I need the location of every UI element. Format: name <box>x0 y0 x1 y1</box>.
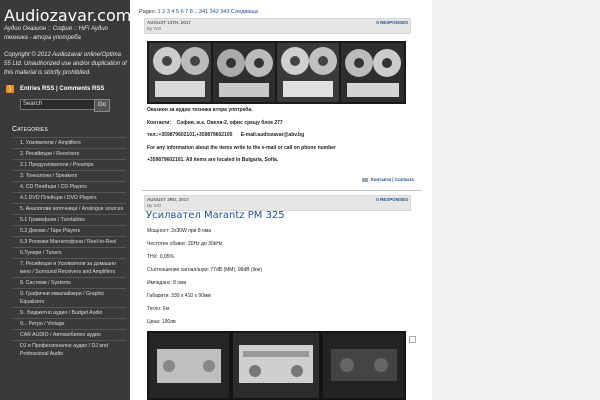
spec-line: Съотношение сигнал/шум: 77dB (MM), 98dB … <box>147 267 263 273</box>
category-item[interactable]: DJ и Професионално аудио / DJ and Profes… <box>12 340 126 359</box>
post-info: For any information about the items writ… <box>147 145 336 151</box>
category-label: 5.3 Ролкови Магнетофони / Reel-to-Reel <box>20 239 117 245</box>
pagination: Pages: 1 2 3 4 5 6 7 8 ...341 342 343 Сл… <box>139 9 258 15</box>
category-label: 1. Усилватели / Amplifiers <box>20 140 81 146</box>
spec-line: Мощност: 2x30W при 8 ома <box>147 228 212 234</box>
category-item[interactable]: 5.1 Грамофони / Turntables <box>12 214 126 225</box>
category-item[interactable]: 9... Ретро / Vintage <box>12 318 126 329</box>
category-item[interactable]: 6.Тунери / Tuners <box>12 247 126 258</box>
search-go-button[interactable]: Go <box>94 99 110 112</box>
comments-rss-link[interactable]: Comments RSS <box>59 86 104 92</box>
spec-line: Тегло: 6кг <box>147 306 170 312</box>
amplifier-photo[interactable] <box>147 331 406 400</box>
post-phones: тел.:+359879602101,+359879602100 E-mail:… <box>147 132 305 138</box>
category-item[interactable]: 1. Усилватели / Amplifiers <box>12 137 126 148</box>
category-label: 2. Ресийвъри / Receivers <box>20 151 80 157</box>
spec-line: Честотен обхват: 20Hz до 30kHz <box>147 241 223 247</box>
site-title[interactable]: Audiozavar.com <box>4 6 130 25</box>
rss-icon: ) <box>6 85 14 93</box>
reel-to-reel-photo[interactable] <box>147 41 406 104</box>
rss-links: ) Entries RSS | Comments RSS <box>6 85 104 93</box>
contacts-link[interactable]: Контакти | Contacts <box>371 177 414 182</box>
category-label: DJ и Професионално аудио / DJ and Profes… <box>20 343 108 357</box>
spec-line: THX: 0.05% <box>147 254 174 260</box>
comment-icon <box>361 177 368 182</box>
post-location: +359879602101. All items are located in … <box>147 157 279 163</box>
copyright-notice: Copyright © 2012 Audiozavar online/Optim… <box>4 52 127 76</box>
spec-line: Цена: 190лв <box>147 319 176 325</box>
category-label: 4.1 DVD Плейъри / DVD Players <box>20 195 97 201</box>
post-author: By IVO <box>147 26 162 31</box>
category-label: 7. Ресийвъри и Усилватели за домашно кин… <box>20 261 116 275</box>
category-label: 5.2 Декове / Tape Players <box>20 228 81 234</box>
category-item[interactable]: 5. Аналогови източници / Analogue source… <box>12 203 126 214</box>
pagination-links[interactable]: 1 2 3 4 5 6 7 8 ...341 342 343 Следваща <box>158 9 258 15</box>
category-item[interactable]: 5.3 Ролкови Магнетофони / Reel-to-Reel <box>12 236 126 247</box>
category-item[interactable]: 2.1 Предусилватели / Preamps <box>12 159 126 170</box>
category-label: 5. Аналогови източници / Analogue source… <box>20 206 124 212</box>
post-divider <box>142 190 422 191</box>
category-item[interactable]: 9. Графични еквалайзери / Graphic Equali… <box>12 288 126 307</box>
categories-heading: Categories <box>12 126 48 133</box>
right-background <box>432 0 600 400</box>
entries-rss-link[interactable]: Entries RSS <box>20 86 54 92</box>
category-item[interactable]: CAR AUDIO / Автомобилно аудио <box>12 329 126 340</box>
category-label: 9. Графични еквалайзери / Graphic Equali… <box>20 291 105 305</box>
category-item[interactable]: 7. Ресийвъри и Усилватели за домашно кин… <box>12 258 126 277</box>
category-label: CAR AUDIO / Автомобилно аудио <box>20 332 101 338</box>
post-author: By IVO <box>147 203 162 208</box>
category-label: 3. Тонколони / Speakers <box>20 173 78 179</box>
post-footer: Контакти | Contacts <box>361 177 414 182</box>
post-contacts: Контакти: София, ж.к. Овеля-2, офис срещ… <box>147 120 283 126</box>
post-header: AUGUST 13TH, 2017 By IVO 0 RESPONSES <box>144 18 411 34</box>
post-responses-link[interactable]: 0 RESPONSES <box>376 197 408 202</box>
category-item[interactable]: 4. CD Плейъри / CD Players <box>12 181 126 192</box>
main-content: Pages: 1 2 3 4 5 6 7 8 ...341 342 343 Сл… <box>132 0 432 400</box>
category-label: 4. CD Плейъри / CD Players <box>20 184 87 190</box>
post-title[interactable]: Усилвател Marantz PM 325 <box>146 210 285 221</box>
sidebar: Audiozavar.com Аудио Оказион :: София ::… <box>0 0 130 400</box>
site-tagline: Аудио Оказион :: София :: HiFi Аудио тех… <box>4 26 108 41</box>
category-label: 2.1 Предусилватели / Preamps <box>20 162 94 168</box>
category-label: 9.. Бюджетно аудио / Budget Audio <box>20 310 103 316</box>
category-item[interactable]: 2. Ресийвъри / Receivers <box>12 148 126 159</box>
post-headline: Оказион за аудио техника втора употреба. <box>147 107 253 113</box>
search-input[interactable]: Search <box>20 99 98 110</box>
post-date: AUGUST 3RD, 2017 <box>147 197 189 202</box>
category-label: 6.Тунери / Tuners <box>20 250 62 256</box>
category-item[interactable]: 8. Системи / Systems <box>12 277 126 288</box>
category-label: 5.1 Грамофони / Turntables <box>20 217 85 223</box>
post-date: AUGUST 13TH, 2017 <box>147 20 191 25</box>
category-item[interactable]: 9.. Бюджетно аудио / Budget Audio <box>12 307 126 318</box>
post-responses-link[interactable]: 0 RESPONSES <box>376 20 408 25</box>
category-list: 1. Усилватели / Amplifiers 2. Ресийвъри … <box>12 137 126 359</box>
category-label: 8. Системи / Systems <box>20 280 71 286</box>
spec-line: Импеданс: 8 ома <box>147 280 187 286</box>
category-item[interactable]: 4.1 DVD Плейъри / DVD Players <box>12 192 126 203</box>
spec-line: Габарити: 330 x 410 x 90мм <box>147 293 211 299</box>
category-label: 9... Ретро / Vintage <box>20 321 65 327</box>
image-placeholder-icon <box>409 336 416 343</box>
category-item[interactable]: 3. Тонколони / Speakers <box>12 170 126 181</box>
category-item[interactable]: 5.2 Декове / Tape Players <box>12 225 126 236</box>
post-header: AUGUST 3RD, 2017 By IVO 0 RESPONSES <box>144 195 411 211</box>
pagination-prefix: Pages: <box>139 9 157 15</box>
